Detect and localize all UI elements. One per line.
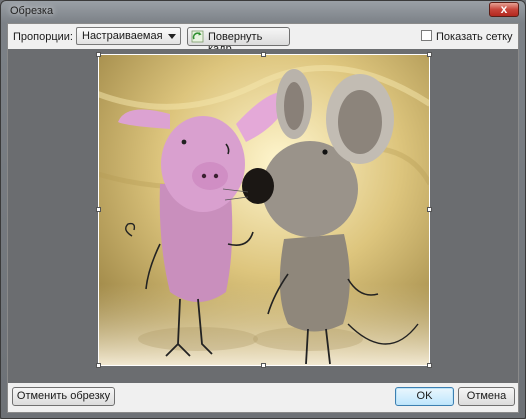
crop-canvas xyxy=(8,49,518,383)
cancel-button[interactable]: Отмена xyxy=(458,387,515,406)
close-icon: x xyxy=(500,2,508,16)
crop-handle-bottom[interactable] xyxy=(261,363,266,368)
dialog-footer: Отменить обрезку OK Отмена xyxy=(8,384,518,412)
proportions-label: Пропорции: xyxy=(13,31,73,43)
title-bar[interactable]: Обрезка x xyxy=(1,1,525,23)
chevron-down-icon xyxy=(168,34,176,39)
show-grid-checkbox[interactable] xyxy=(421,30,432,41)
crop-dialog: Обрезка x Пропорции: Настраиваемая Повер… xyxy=(0,0,526,419)
crop-handle-bottom-right[interactable] xyxy=(427,363,432,368)
dialog-body: Пропорции: Настраиваемая Повернуть кадр … xyxy=(7,23,519,413)
rotate-frame-button[interactable]: Повернуть кадр xyxy=(187,27,290,55)
proportions-select[interactable]: Настраиваемая xyxy=(76,27,181,45)
rotate-icon xyxy=(191,30,204,43)
cancel-crop-button[interactable]: Отменить обрезку xyxy=(12,387,115,406)
crop-handle-right[interactable] xyxy=(427,207,432,212)
close-button[interactable]: x xyxy=(489,2,519,17)
crop-handle-top-right[interactable] xyxy=(427,52,432,57)
crop-frame[interactable] xyxy=(98,54,430,366)
ok-button[interactable]: OK xyxy=(395,387,454,406)
crop-handle-top-left[interactable] xyxy=(96,52,101,57)
window-title: Обрезка xyxy=(10,5,54,17)
crop-handle-left[interactable] xyxy=(96,207,101,212)
toolbar: Пропорции: Настраиваемая Повернуть кадр … xyxy=(8,24,518,55)
show-grid-label[interactable]: Показать сетку xyxy=(436,31,513,43)
proportions-value: Настраиваемая xyxy=(82,30,163,42)
crop-handle-top[interactable] xyxy=(261,52,266,57)
crop-handle-bottom-left[interactable] xyxy=(96,363,101,368)
